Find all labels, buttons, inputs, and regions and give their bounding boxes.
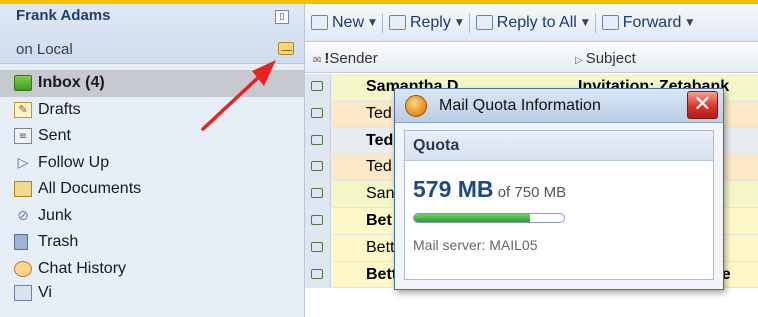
mail-quota-dialog: Mail Quota Information ✕ Quota 579 MB of… <box>394 88 724 290</box>
chevron-down-icon[interactable]: ▼ <box>369 18 376 28</box>
quota-usage: 579 MB of 750 MB <box>413 176 566 203</box>
message-status-icon <box>305 127 331 154</box>
trash-icon <box>14 234 28 251</box>
forward-icon <box>601 15 619 30</box>
folder-sent[interactable]: ≡ Sent <box>0 123 304 150</box>
forward-label: Forward <box>622 13 682 31</box>
message-status-icon <box>305 181 331 207</box>
navigation-pane: Frank Adams on Local ▯ Inbox (4) ✎ Draft… <box>0 4 305 317</box>
message-sender: Ted <box>366 131 394 149</box>
sender-column-header[interactable]: ✉ !Sender <box>313 50 378 67</box>
quota-section-header: Quota <box>405 131 713 161</box>
chat-history-icon <box>14 260 32 277</box>
folder-label: Sent <box>38 127 71 145</box>
message-status-icon <box>305 100 331 127</box>
folder-chat-history[interactable]: Chat History <box>0 256 304 283</box>
folder-label: All Documents <box>38 180 142 198</box>
message-status-icon <box>305 261 331 288</box>
folder-all-documents[interactable]: All Documents <box>0 176 304 203</box>
folder-label: Chat History <box>38 259 127 277</box>
sent-icon: ≡ <box>14 128 32 145</box>
message-sender: Bet <box>366 211 392 229</box>
junk-icon: ⊘ <box>17 207 29 224</box>
dialog-title-bar[interactable]: Mail Quota Information ✕ <box>395 89 723 123</box>
subject-column-header[interactable]: ▷ Subject <box>575 50 636 67</box>
reply-all-button[interactable]: Reply to All ▼ <box>475 13 589 32</box>
subject-column-label: Subject <box>585 50 636 67</box>
quota-progress-bar <box>413 213 565 223</box>
forward-button[interactable]: Forward ▼ <box>601 13 693 32</box>
user-name: Frank Adams <box>16 7 111 24</box>
sender-column-label: Sender <box>329 50 378 67</box>
toolbar-divider <box>468 12 470 33</box>
quota-used: 579 MB <box>413 176 494 202</box>
folder-drafts[interactable]: ✎ Drafts <box>0 97 304 124</box>
message-status-icon <box>305 154 331 181</box>
mail-quota-icon[interactable] <box>278 42 294 55</box>
sort-arrow-icon: ▷ <box>575 55 583 66</box>
quota-info-icon <box>405 95 427 117</box>
message-status-icon <box>305 207 331 234</box>
quota-total: 750 MB <box>514 184 567 201</box>
chevron-down-icon[interactable]: ▼ <box>456 18 463 28</box>
envelope-icon: ✉ <box>313 55 322 66</box>
folder-follow-up[interactable]: ▷ Follow Up <box>0 150 304 177</box>
new-button[interactable]: New ▼ <box>311 14 376 32</box>
follow-up-icon: ▷ <box>17 154 29 171</box>
reply-button[interactable]: Reply ▼ <box>388 13 463 32</box>
chevron-down-icon[interactable]: ▼ <box>686 18 693 28</box>
folder-trash[interactable]: Trash <box>0 229 304 256</box>
close-icon: ✕ <box>693 92 712 117</box>
inbox-icon <box>14 75 32 92</box>
drafts-icon: ✎ <box>14 101 32 118</box>
toolbar-divider <box>381 12 383 33</box>
views-icon <box>14 285 32 301</box>
reply-label: Reply <box>409 13 451 31</box>
folder-label: Follow Up <box>38 153 110 171</box>
folder-views[interactable]: Vi <box>0 282 304 304</box>
pane-toggle-icon[interactable]: ▯ <box>275 10 289 24</box>
message-sender: San <box>366 185 395 203</box>
toolbar-divider <box>594 12 596 33</box>
navigation-header: Frank Adams on Local ▯ <box>0 4 304 64</box>
mail-server-label: Mail server: MAIL05 <box>413 237 538 253</box>
folder-junk[interactable]: ⊘ Junk <box>0 203 304 230</box>
message-sender: Ted <box>366 104 392 122</box>
reply-all-label: Reply to All <box>496 13 577 31</box>
new-label: New <box>332 13 365 31</box>
folder-label: Vi <box>38 284 52 301</box>
mail-toolbar: New ▼ Reply ▼ Reply to All ▼ Forward ▼ <box>305 4 758 42</box>
message-sender: Ted <box>366 158 392 176</box>
chevron-down-icon[interactable]: ▼ <box>582 18 589 28</box>
folder-label: Junk <box>38 206 72 224</box>
all-documents-icon <box>14 181 32 198</box>
quota-progress-fill <box>414 214 530 222</box>
folder-inbox[interactable]: Inbox (4) <box>0 70 304 97</box>
message-sender: Bett <box>366 238 395 256</box>
folder-list: Inbox (4) ✎ Drafts ≡ Sent ▷ Follow Up Al… <box>0 70 304 304</box>
mail-location: on Local <box>16 41 73 58</box>
dialog-title: Mail Quota Information <box>439 97 601 114</box>
message-status-icon <box>305 74 331 100</box>
reply-all-icon <box>475 15 493 30</box>
reply-icon <box>388 15 406 30</box>
message-status-icon <box>305 234 331 261</box>
quota-of: of <box>497 184 511 201</box>
dialog-body: Quota 579 MB of 750 MB Mail server: MAIL… <box>404 130 714 280</box>
close-button[interactable]: ✕ <box>687 91 718 119</box>
folder-label: Drafts <box>38 100 81 118</box>
folder-label: Inbox (4) <box>38 74 105 92</box>
message-list-header: ✉ !Sender ▷ Subject <box>305 43 758 73</box>
folder-label: Trash <box>38 233 79 251</box>
new-icon <box>311 15 328 30</box>
